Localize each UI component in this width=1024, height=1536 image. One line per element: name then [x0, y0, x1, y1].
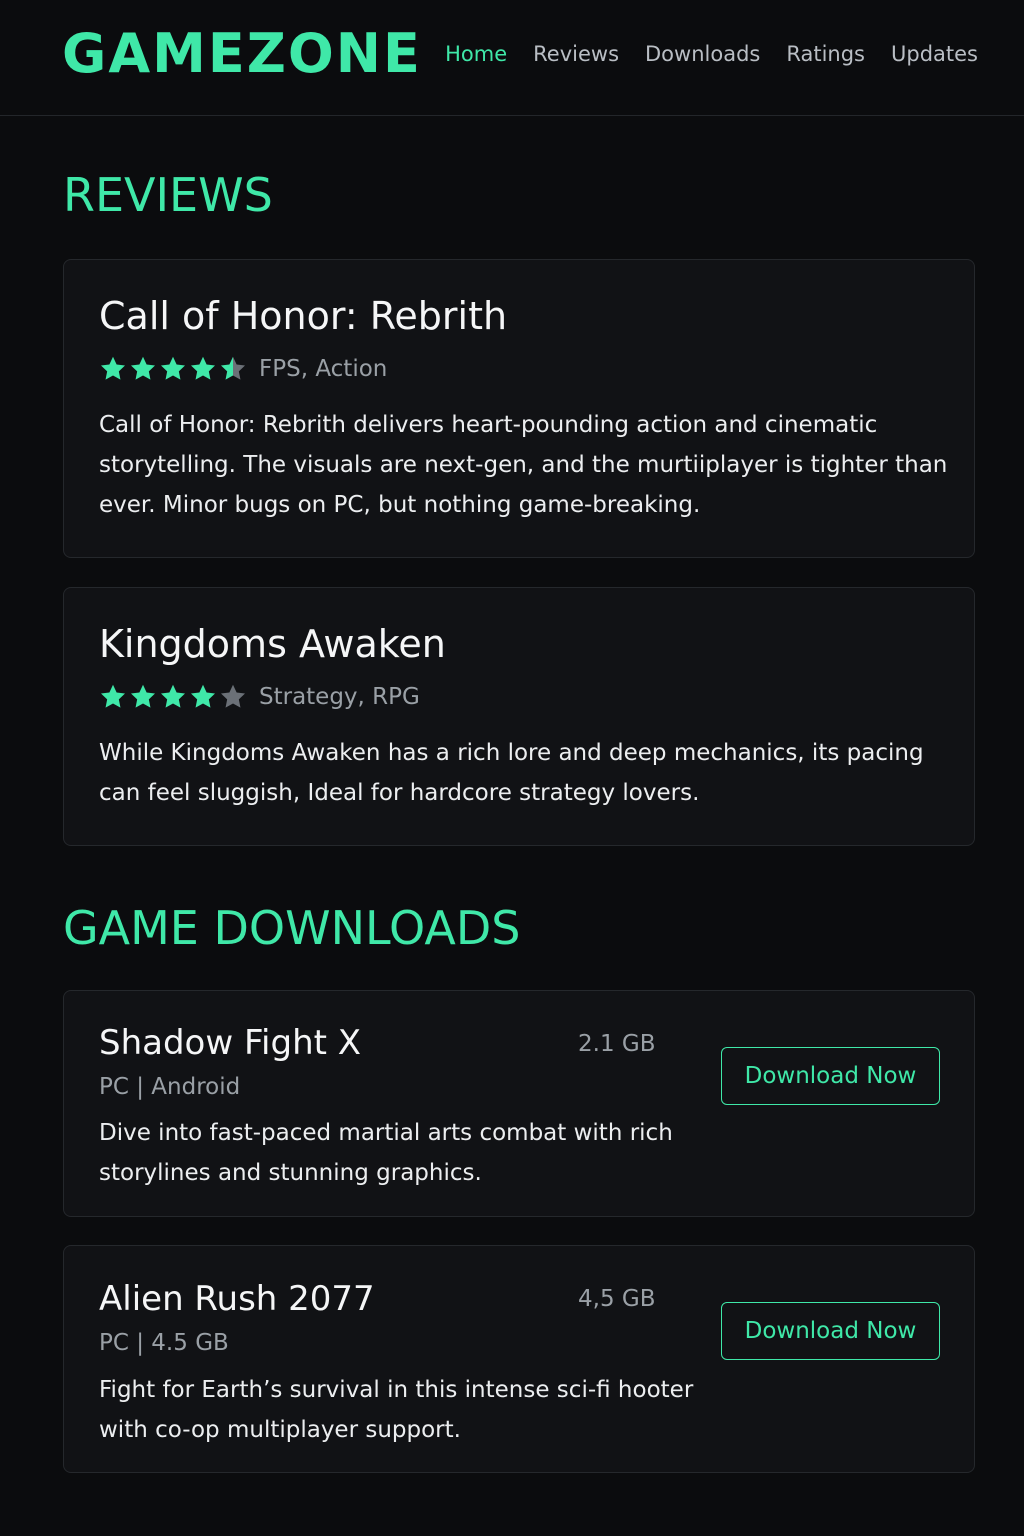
download-platform: PC | Android [99, 1074, 241, 1100]
review-card: Kingdoms Awaken Strategy, RPG While King… [63, 587, 975, 846]
star-full-icon [190, 356, 216, 380]
star-rating [99, 683, 247, 711]
download-title: Alien Rush 2077 [99, 1279, 375, 1319]
review-genre: FPS, Action [259, 356, 388, 382]
star-full-icon [130, 356, 156, 380]
nav-item-home[interactable]: Home [445, 40, 507, 68]
download-card: Alien Rush 2077 4,5 GB PC | 4.5 GB Fight… [63, 1245, 975, 1473]
reviews-section-title: REVIEWS [63, 168, 273, 222]
top-bar: GAMEZONE Home Reviews Downloads Ratings … [0, 0, 1024, 116]
download-size: 4,5 GB [578, 1286, 656, 1312]
download-now-button[interactable]: Download Now [721, 1302, 940, 1360]
nav-item-reviews[interactable]: Reviews [533, 40, 619, 68]
review-text: Call of Honor: Rebrith delivers heart-po… [99, 412, 948, 518]
download-size: 2.1 GB [578, 1031, 656, 1057]
star-full-icon [100, 684, 126, 708]
downloads-section-title: GAME DOWNLOADS [63, 901, 521, 955]
review-rating-row: Strategy, RPG [99, 682, 420, 712]
star-full-icon [100, 356, 126, 380]
star-rating [99, 355, 247, 383]
star-empty-icon [220, 684, 246, 708]
star-half-icon [220, 356, 246, 380]
nav-item-downloads[interactable]: Downloads [645, 40, 760, 68]
download-platform: PC | 4.5 GB [99, 1330, 229, 1356]
star-full-icon [190, 684, 216, 708]
review-text: While Kingdoms Awaken has a rich lore an… [99, 740, 924, 806]
nav-item-updates[interactable]: Updates [891, 40, 978, 68]
review-title: Call of Honor: Rebrith [99, 294, 508, 338]
star-full-icon [160, 684, 186, 708]
review-title: Kingdoms Awaken [99, 622, 446, 666]
download-now-button[interactable]: Download Now [721, 1047, 940, 1105]
main-nav: Home Reviews Downloads Ratings Updates [445, 40, 978, 68]
nav-item-ratings[interactable]: Ratings [786, 40, 865, 68]
site-logo[interactable]: GAMEZONE [62, 22, 422, 86]
download-description: Dive into fast-paced martial arts combat… [99, 1120, 673, 1186]
review-card: Call of Honor: Rebrith FPS, Action Call … [63, 259, 975, 558]
download-title: Shadow Fight X [99, 1023, 362, 1063]
download-description: Fight for Earth’s survival in this inten… [99, 1377, 694, 1443]
download-card: Shadow Fight X 2.1 GB PC | Android Dive … [63, 990, 975, 1217]
star-full-icon [160, 356, 186, 380]
star-full-icon [130, 684, 156, 708]
review-rating-row: FPS, Action [99, 354, 387, 384]
review-genre: Strategy, RPG [259, 684, 420, 710]
